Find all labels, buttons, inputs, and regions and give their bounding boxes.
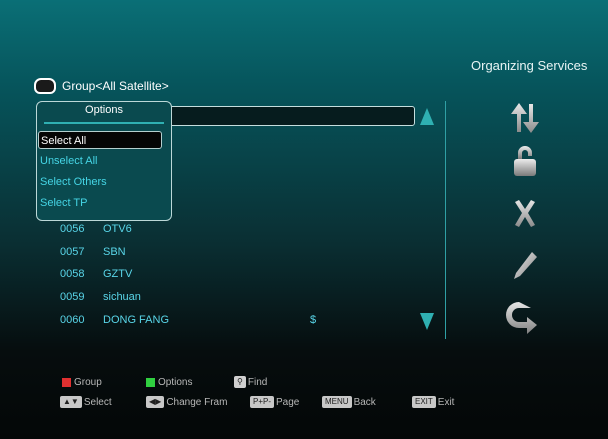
sort-icon[interactable] <box>505 301 545 337</box>
footer-select-hint[interactable]: ▲▼ Select <box>60 394 112 410</box>
tv-icon <box>34 78 56 94</box>
footer-exit-hint[interactable]: EXIT Exit <box>412 394 454 410</box>
channel-flag: $ <box>310 314 317 326</box>
option-select-others[interactable]: Select Others <box>38 173 164 191</box>
page-title: Organizing Services <box>471 58 588 73</box>
footer-page-hint[interactable]: P+P- Page <box>250 394 299 410</box>
green-key-icon <box>146 377 155 387</box>
footer-exit-label: Exit <box>437 396 455 408</box>
footer-page-label: Page <box>276 396 300 408</box>
footer-group-label: Group <box>74 376 102 388</box>
channel-name: GZTV <box>103 268 133 280</box>
channel-row[interactable]: 0056 OTV6 <box>60 218 303 240</box>
channel-name: sichuan <box>103 291 141 303</box>
channel-row[interactable]: 0058 GZTV <box>60 263 303 285</box>
move-icon[interactable] <box>505 100 545 136</box>
channel-row[interactable]: 0057 SBN <box>60 241 303 263</box>
exit-key-icon: EXIT <box>412 396 436 408</box>
rename-icon[interactable] <box>505 248 545 284</box>
footer-find-hint[interactable]: ⚲ Find <box>234 374 267 390</box>
channel-number: 0057 <box>60 246 85 258</box>
footer-options-label: Options <box>158 376 193 388</box>
channel-name: DONG FANG <box>103 314 170 326</box>
channel-number: 0059 <box>60 291 85 303</box>
option-select-all[interactable]: Select All <box>38 131 162 149</box>
footer-change-label: Change Fram <box>166 396 228 408</box>
channel-number: 0060 <box>60 314 85 326</box>
scroll-up-icon[interactable] <box>420 108 434 125</box>
channel-name: OTV6 <box>103 223 132 235</box>
channel-name: SBN <box>103 246 126 258</box>
options-popup-divider <box>44 122 164 124</box>
find-key-icon: ⚲ <box>234 376 246 388</box>
delete-icon[interactable] <box>505 196 545 232</box>
scroll-down-icon[interactable] <box>420 313 434 330</box>
up-down-key-icon: ▲▼ <box>60 396 82 408</box>
option-select-tp[interactable]: Select TP <box>38 194 164 212</box>
footer-options-hint[interactable]: Options <box>146 374 192 390</box>
footer-back-label: Back <box>353 396 376 408</box>
left-right-key-icon: ◀▶ <box>146 396 165 408</box>
group-label: Group<All Satellite> <box>62 79 169 93</box>
list-divider <box>445 101 446 339</box>
channel-number: 0058 <box>60 268 85 280</box>
channel-row[interactable]: 0059 sichuan <box>60 286 303 308</box>
group-selector[interactable]: Group<All Satellite> <box>34 76 169 96</box>
footer-find-label: Find <box>247 376 268 388</box>
lock-icon[interactable] <box>505 143 545 179</box>
option-unselect-all[interactable]: Unselect All <box>38 152 164 170</box>
red-key-icon <box>62 377 71 387</box>
channel-row[interactable]: 0060 DONG FANG $ <box>60 309 316 331</box>
page-key-icon: P+P- <box>250 396 275 408</box>
channel-number: 0056 <box>60 223 85 235</box>
footer-change-hint[interactable]: ◀▶ Change Fram <box>146 394 227 410</box>
footer-select-label: Select <box>83 396 112 408</box>
menu-key-icon: MENU <box>322 396 352 408</box>
options-popup-title: Options <box>85 104 123 116</box>
footer-back-hint[interactable]: MENU Back <box>322 394 376 410</box>
footer-group-hint[interactable]: Group <box>62 374 102 390</box>
